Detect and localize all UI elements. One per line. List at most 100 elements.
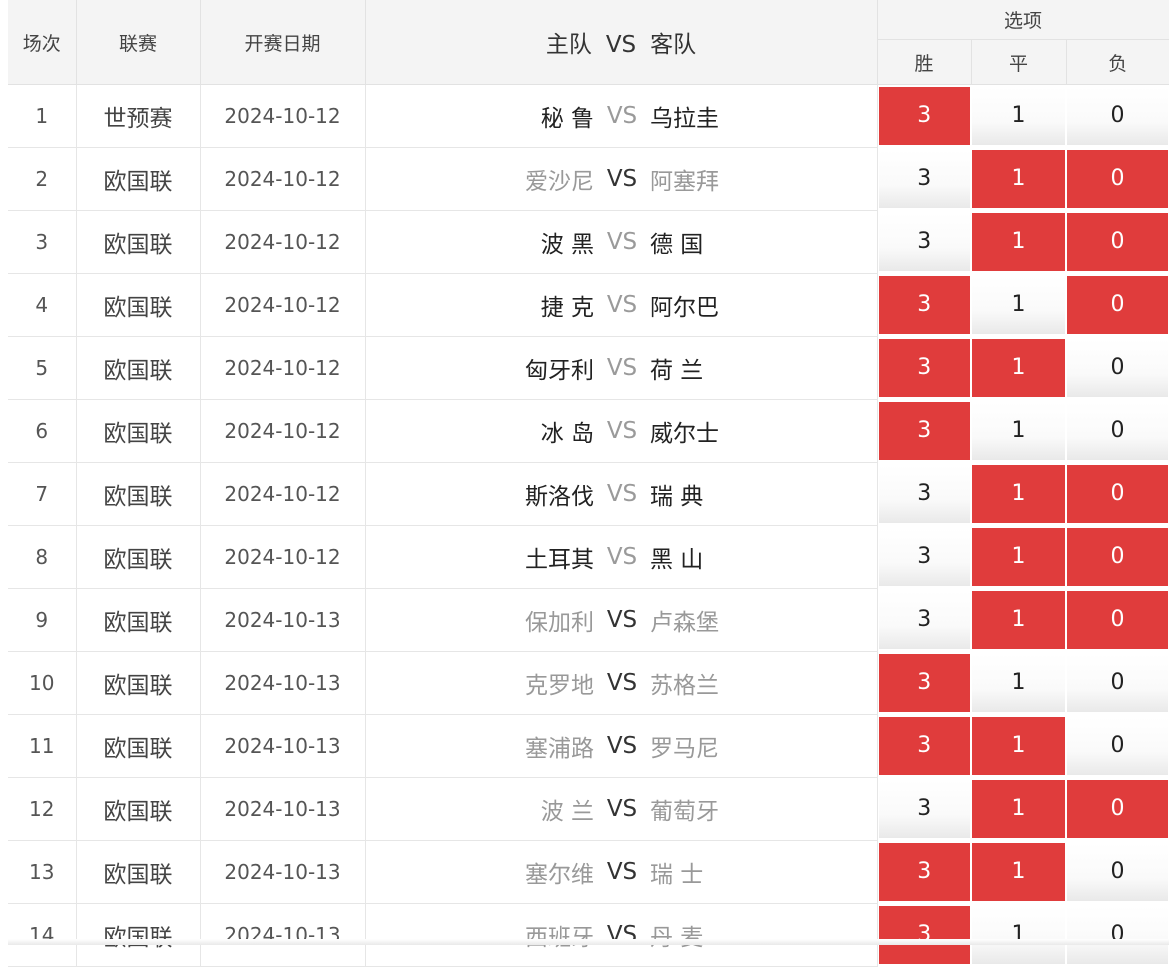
- match-date: 2024-10-13: [200, 840, 366, 904]
- home-team: 克罗地: [525, 673, 595, 699]
- option-draw-button[interactable]: 1: [972, 339, 1065, 397]
- teams: 克罗地 VS 苏格兰: [366, 666, 877, 700]
- option-win-cell: 3: [877, 336, 971, 400]
- option-lose-button[interactable]: 0: [1067, 276, 1169, 334]
- away-team: 卢森堡: [649, 610, 719, 636]
- option-lose-button[interactable]: 0: [1067, 528, 1169, 586]
- option-win-button[interactable]: 3: [878, 717, 970, 775]
- table-row: 7 欧国联 2024-10-12 斯洛伐 VS 瑞 典 310: [8, 462, 1169, 526]
- league-name: 欧国联: [76, 651, 201, 715]
- option-draw-button[interactable]: 1: [972, 528, 1065, 586]
- option-lose-button[interactable]: 0: [1067, 87, 1169, 145]
- option-lose-button[interactable]: 0: [1067, 213, 1169, 271]
- option-win-button[interactable]: 3: [878, 150, 970, 208]
- option-draw-button[interactable]: 1: [972, 465, 1065, 523]
- option-win-button[interactable]: 3: [878, 654, 970, 712]
- option-lose-button[interactable]: 0: [1067, 843, 1169, 901]
- option-win-cell: 3: [877, 903, 971, 967]
- option-lose-cell: 0: [1066, 336, 1169, 400]
- option-draw-button[interactable]: 1: [972, 717, 1065, 775]
- away-team: 黑 山: [649, 547, 704, 573]
- option-lose-button[interactable]: 0: [1067, 717, 1169, 775]
- table-row: 14 欧国联 2024-10-13 西班牙 VS 丹 麦310: [8, 903, 1169, 967]
- option-win-button[interactable]: 3: [878, 528, 970, 586]
- option-win-button[interactable]: 3: [878, 906, 970, 964]
- vs-label: VS: [606, 796, 638, 822]
- option-lose-cell: 0: [1066, 777, 1169, 841]
- option-draw-button[interactable]: 1: [972, 843, 1065, 901]
- away-team: 荷 兰: [649, 358, 704, 384]
- option-win-button[interactable]: 3: [878, 213, 970, 271]
- table-row: 12 欧国联 2024-10-13 波 兰 VS 葡萄牙 3 1 0: [8, 777, 1169, 841]
- option-draw-cell: 1: [971, 210, 1066, 274]
- option-lose-button[interactable]: 0: [1067, 654, 1169, 712]
- table-body: 1 世预赛 2024-10-12 秘 鲁 VS 乌拉圭 3 1 0 2 欧国联 2024-10-12 爱…: [8, 84, 1169, 967]
- option-win-cell: 3: [877, 462, 971, 526]
- teams: 波 兰 VS 葡萄牙: [366, 792, 877, 826]
- option-draw-button[interactable]: 1: [972, 591, 1065, 649]
- table-row: 1 世预赛 2024-10-12 秘 鲁 VS 乌拉圭 3 1 0: [8, 84, 1169, 148]
- option-lose-cell: 0: [1066, 651, 1169, 715]
- teams-cell: 捷 克 VS 阿尔巴: [365, 273, 878, 337]
- header-teams: 主队 VS 客队: [365, 0, 878, 85]
- option-win-button[interactable]: 3: [878, 843, 970, 901]
- option-draw-button[interactable]: 1: [972, 654, 1065, 712]
- teams-cell: 匈牙利 VS 荷 兰: [365, 336, 878, 400]
- option-draw-cell: 1: [971, 84, 1066, 148]
- option-lose-button[interactable]: 0: [1067, 465, 1169, 523]
- option-draw-cell: 1: [971, 399, 1066, 463]
- away-team: 阿尔巴: [649, 295, 719, 321]
- option-win-button[interactable]: 3: [878, 591, 970, 649]
- option-lose-cell: 0: [1066, 210, 1169, 274]
- header-draw: 平: [971, 39, 1067, 85]
- option-win-button[interactable]: 3: [878, 465, 970, 523]
- option-win-button[interactable]: 3: [878, 402, 970, 460]
- option-draw-cell: 1: [971, 525, 1066, 589]
- option-lose-button[interactable]: 0: [1067, 906, 1169, 964]
- option-win-cell: 3: [877, 147, 971, 211]
- match-number: 11: [8, 714, 77, 778]
- match-number: 12: [8, 777, 77, 841]
- match-number: 3: [8, 210, 77, 274]
- option-win-button[interactable]: 3: [878, 780, 970, 838]
- option-draw-button[interactable]: 1: [972, 213, 1065, 271]
- option-win-cell: 3: [877, 840, 971, 904]
- option-lose-button[interactable]: 0: [1067, 780, 1169, 838]
- teams: 土耳其 VS 黑 山: [366, 540, 877, 574]
- away-team: 瑞 典: [649, 484, 704, 510]
- option-lose-button[interactable]: 0: [1067, 402, 1169, 460]
- option-draw-button[interactable]: 1: [972, 276, 1065, 334]
- match-number: 10: [8, 651, 77, 715]
- option-win-cell: 3: [877, 273, 971, 337]
- teams: 波 黑 VS 德 国: [366, 225, 877, 259]
- league-name: 欧国联: [76, 462, 201, 526]
- option-win-cell: 3: [877, 210, 971, 274]
- vs-label: VS: [606, 481, 638, 507]
- option-draw-button[interactable]: 1: [972, 780, 1065, 838]
- table-row: 13 欧国联 2024-10-13 塞尔维 VS 瑞 士 310: [8, 840, 1169, 904]
- option-lose-button[interactable]: 0: [1067, 339, 1169, 397]
- option-draw-button[interactable]: 1: [972, 402, 1065, 460]
- match-number: 2: [8, 147, 77, 211]
- option-win-button[interactable]: 3: [878, 87, 970, 145]
- teams: 匈牙利 VS 荷 兰: [366, 351, 877, 385]
- option-draw-button[interactable]: 1: [972, 87, 1065, 145]
- option-draw-cell: 1: [971, 903, 1066, 967]
- teams-cell: 塞尔维 VS 瑞 士: [365, 840, 878, 904]
- match-number: 1: [8, 84, 77, 148]
- option-win-button[interactable]: 3: [878, 276, 970, 334]
- match-number: 5: [8, 336, 77, 400]
- option-lose-button[interactable]: 0: [1067, 591, 1169, 649]
- match-date: 2024-10-12: [200, 462, 366, 526]
- teams-cell: 波 黑 VS 德 国: [365, 210, 878, 274]
- teams: 捷 克 VS 阿尔巴: [366, 288, 877, 322]
- league-name: 欧国联: [76, 210, 201, 274]
- option-draw-button[interactable]: 1: [972, 150, 1065, 208]
- home-team: 秘 鲁: [540, 106, 595, 132]
- option-win-button[interactable]: 3: [878, 339, 970, 397]
- option-draw-button[interactable]: 1: [972, 906, 1065, 964]
- option-lose-button[interactable]: 0: [1067, 150, 1169, 208]
- home-team: 爱沙尼: [525, 169, 595, 195]
- table-row: 5 欧国联 2024-10-12 匈牙利 VS 荷 兰 310: [8, 336, 1169, 400]
- option-draw-cell: 1: [971, 147, 1066, 211]
